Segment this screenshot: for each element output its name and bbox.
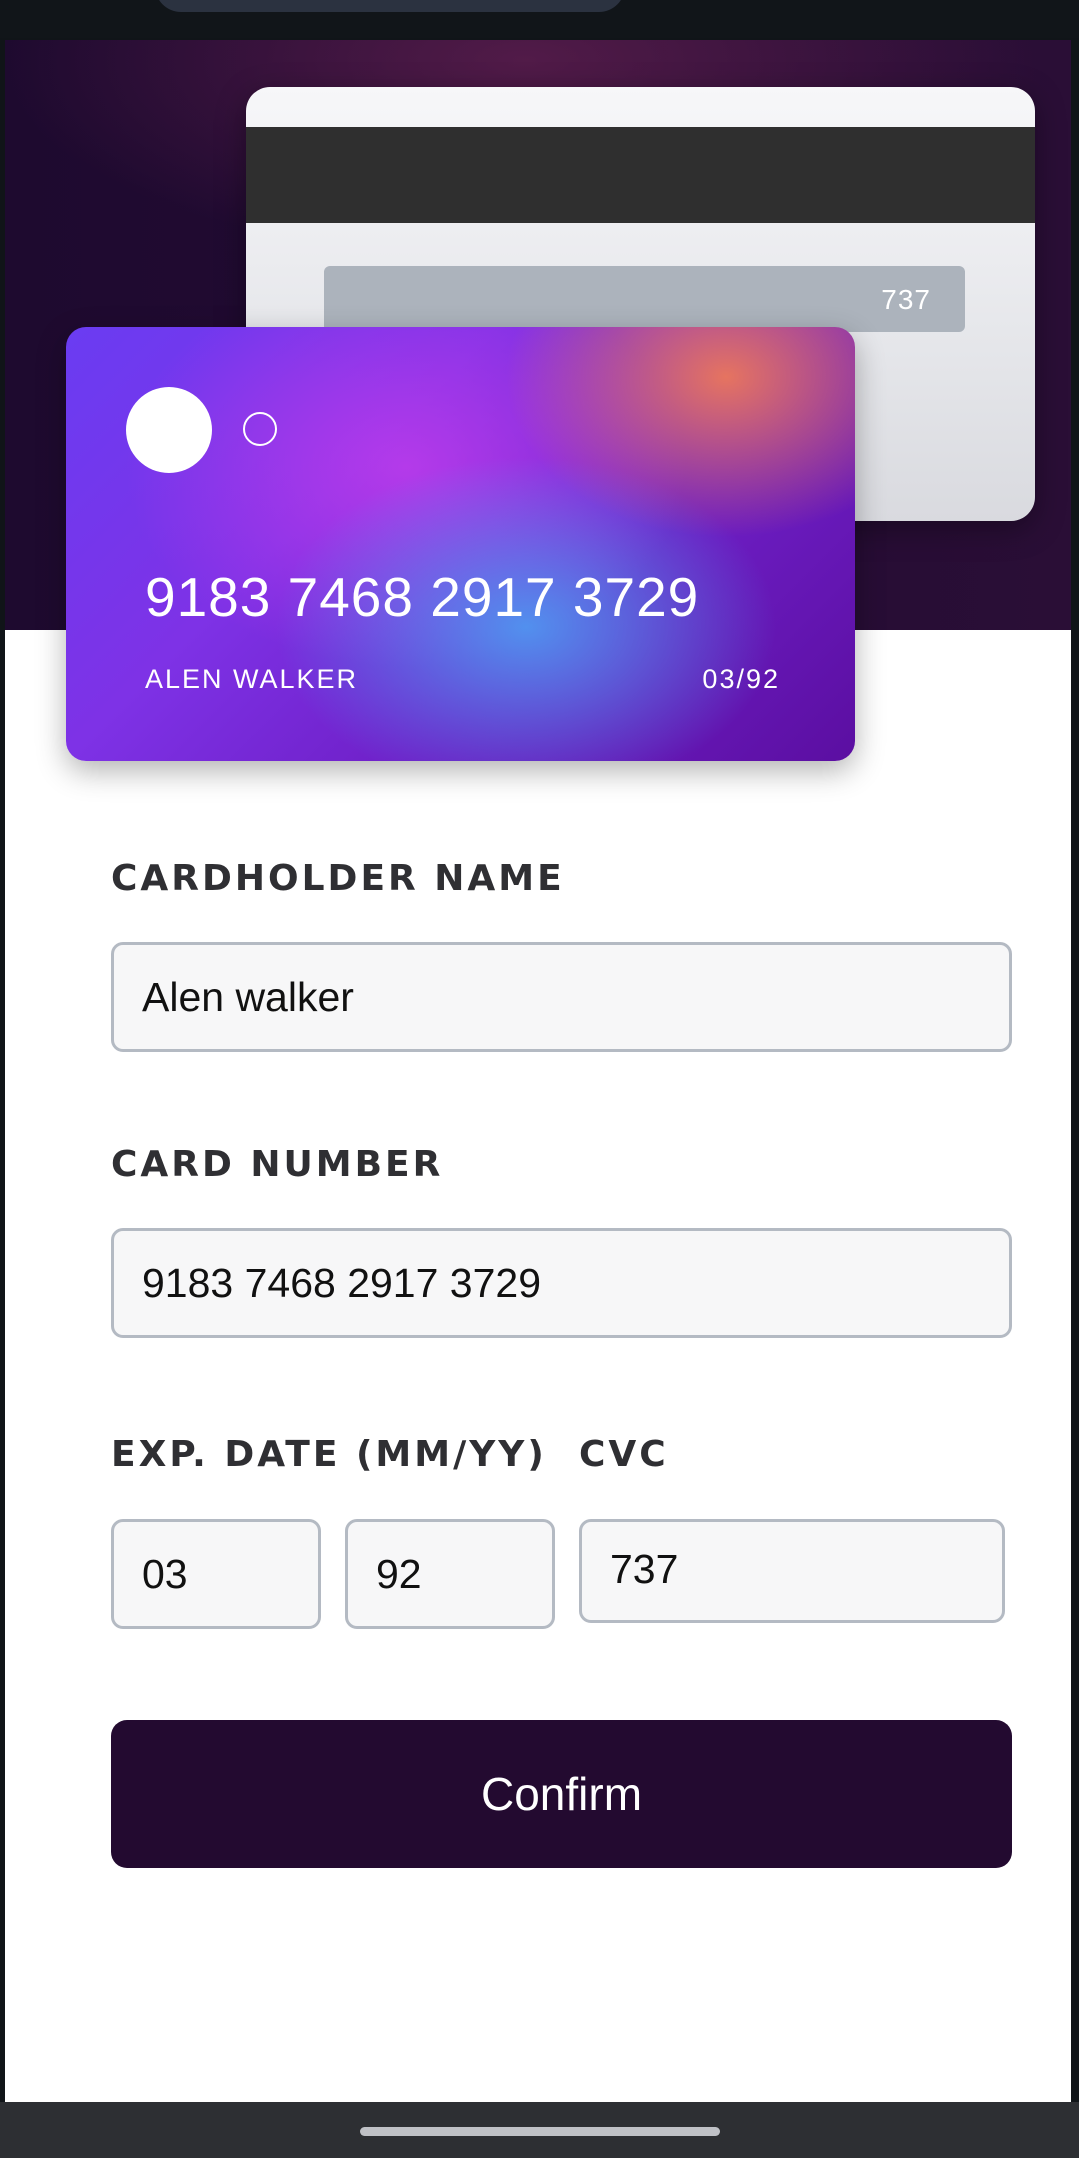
cvc-label: CVC bbox=[579, 1434, 669, 1475]
app-screen: 737 9183 7468 2917 3729 ALEN WALKER 03/9… bbox=[5, 40, 1071, 2102]
card-holder-display: ALEN WALKER bbox=[145, 664, 359, 694]
camera-cutout bbox=[155, 0, 625, 12]
home-indicator[interactable] bbox=[360, 2127, 720, 2136]
card-back-cvc: 737 bbox=[881, 284, 931, 315]
card-number-label: CARD NUMBER bbox=[111, 1144, 444, 1185]
cardholder-name-label: CARDHOLDER NAME bbox=[111, 858, 565, 899]
exp-year-input[interactable]: 92 bbox=[345, 1519, 555, 1629]
exp-date-label: EXP. DATE (MM/YY) bbox=[111, 1434, 547, 1475]
card-logo-circle-filled-icon bbox=[126, 387, 212, 473]
status-bar bbox=[0, 0, 1079, 38]
card-expiry-display: 03/92 bbox=[702, 664, 780, 694]
magnetic-stripe bbox=[246, 127, 1035, 223]
card-front-preview: 9183 7468 2917 3729 ALEN WALKER 03/92 bbox=[66, 327, 855, 761]
card-logo-circle-outline-icon bbox=[243, 412, 277, 446]
confirm-button[interactable]: Confirm bbox=[111, 1720, 1012, 1868]
card-number-input[interactable]: 9183 7468 2917 3729 bbox=[111, 1228, 1012, 1338]
cardholder-name-input[interactable]: Alen walker bbox=[111, 942, 1012, 1052]
card-number-display: 9183 7468 2917 3729 bbox=[145, 566, 700, 628]
exp-month-input[interactable]: 03 bbox=[111, 1519, 321, 1629]
signature-strip: 737 bbox=[324, 266, 965, 332]
cvc-input[interactable]: 737 bbox=[579, 1519, 1005, 1623]
